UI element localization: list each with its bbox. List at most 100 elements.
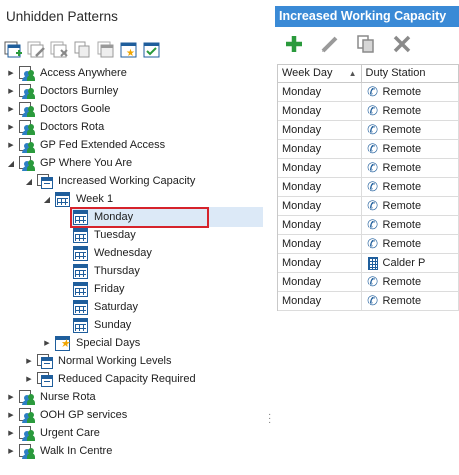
expand-arrow-icon[interactable]: ▶ bbox=[6, 118, 16, 136]
column-header-week-day[interactable]: Week Day ▲ bbox=[278, 65, 362, 82]
expand-arrow-icon[interactable]: ▶ bbox=[6, 136, 16, 154]
week-day-cell: Monday bbox=[278, 83, 362, 101]
tree-item[interactable]: ▶ Doctors Rota bbox=[6, 118, 106, 136]
tree-item[interactable]: Wednesday bbox=[60, 244, 154, 262]
table-row[interactable]: Monday ✆ Remote bbox=[278, 140, 459, 159]
tree-item-label: GP Where You Are bbox=[40, 157, 133, 169]
tree-item-label: Doctors Goole bbox=[40, 103, 111, 115]
tree-item-label: OOH GP services bbox=[40, 409, 128, 421]
table-row[interactable]: Monday ✆ Remote bbox=[278, 292, 459, 311]
edit-pattern-icon[interactable] bbox=[27, 40, 46, 59]
delete-icon[interactable] bbox=[391, 33, 413, 55]
grid-header: Week Day ▲ Duty Station bbox=[278, 65, 459, 83]
expand-arrow-icon[interactable]: ▶ bbox=[6, 424, 16, 442]
copy-pattern-icon[interactable] bbox=[73, 40, 92, 59]
tree-item[interactable]: ▶ Normal Working Levels bbox=[24, 352, 174, 370]
tree-item-label: Wednesday bbox=[94, 247, 152, 259]
patterns-toolbar: ★ bbox=[4, 38, 161, 60]
expand-arrow-icon[interactable]: ▶ bbox=[6, 442, 16, 460]
expand-arrow-icon[interactable]: ▶ bbox=[24, 352, 34, 370]
collapse-arrow-icon[interactable]: ◢ bbox=[42, 190, 52, 208]
column-header-duty-station[interactable]: Duty Station bbox=[362, 65, 459, 82]
expand-arrow-icon[interactable]: ▶ bbox=[6, 406, 16, 424]
tree-item[interactable]: Tuesday bbox=[60, 226, 138, 244]
table-row[interactable]: Monday Calder P bbox=[278, 254, 459, 273]
add-pattern-icon[interactable] bbox=[4, 40, 23, 59]
tree-item[interactable]: ▶ Doctors Goole bbox=[6, 100, 112, 118]
phone-icon: ✆ bbox=[367, 122, 378, 137]
calendar-icon bbox=[72, 281, 89, 297]
table-row[interactable]: Monday ✆ Remote bbox=[278, 102, 459, 121]
week-day-cell: Monday bbox=[278, 121, 362, 139]
expand-arrow-icon[interactable]: ▶ bbox=[24, 370, 34, 388]
collapse-arrow-icon[interactable]: ◢ bbox=[6, 154, 16, 172]
svg-text:★: ★ bbox=[126, 48, 135, 59]
tree-item-label: Tuesday bbox=[94, 229, 136, 241]
tree-item[interactable]: ◢ GP Where You Are bbox=[6, 154, 134, 172]
week-day-cell: Monday bbox=[278, 178, 362, 196]
expand-arrow-icon[interactable]: ▶ bbox=[6, 82, 16, 100]
week-day-cell: Monday bbox=[278, 140, 362, 158]
panel-splitter[interactable]: · · · bbox=[265, 0, 275, 475]
table-row[interactable]: Monday ✆ Remote bbox=[278, 83, 459, 102]
tree-item[interactable]: Thursday bbox=[60, 262, 142, 280]
tree-item[interactable]: ▶ Reduced Capacity Required bbox=[24, 370, 198, 388]
expand-arrow-icon[interactable]: ▶ bbox=[6, 388, 16, 406]
column-header-label: Duty Station bbox=[365, 67, 426, 79]
tree-item[interactable]: ▶ Urgent Care bbox=[6, 424, 102, 442]
copy-icon[interactable] bbox=[355, 33, 377, 55]
delete-pattern-icon[interactable] bbox=[50, 40, 69, 59]
phone-icon: ✆ bbox=[367, 236, 378, 251]
table-row[interactable]: Monday ✆ Remote bbox=[278, 121, 459, 140]
week-day-cell: Monday bbox=[278, 273, 362, 291]
duty-station-label: Remote bbox=[382, 276, 422, 288]
add-icon[interactable] bbox=[283, 33, 305, 55]
people-icon bbox=[18, 407, 35, 423]
tree-item-label: Normal Working Levels bbox=[58, 355, 172, 367]
tree-item[interactable]: ▶ Walk In Centre bbox=[6, 442, 114, 460]
tree-item[interactable]: Saturday bbox=[60, 298, 140, 316]
table-row[interactable]: Monday ✆ Remote bbox=[278, 178, 459, 197]
tree-item-label: GP Fed Extended Access bbox=[40, 139, 166, 151]
duty-station-cell: ✆ Remote bbox=[362, 121, 459, 139]
table-row[interactable]: Monday ✆ Remote bbox=[278, 159, 459, 178]
tree-item-label: Sunday bbox=[94, 319, 132, 331]
tree-item[interactable]: Friday bbox=[60, 280, 127, 298]
hide-pattern-icon[interactable] bbox=[96, 40, 115, 59]
tree-item[interactable]: ▶ Doctors Burnley bbox=[6, 82, 120, 100]
duty-station-label: Remote bbox=[382, 295, 422, 307]
table-row[interactable]: Monday ✆ Remote bbox=[278, 216, 459, 235]
edit-icon[interactable] bbox=[319, 33, 341, 55]
table-row[interactable]: Monday ✆ Remote bbox=[278, 197, 459, 216]
table-row[interactable]: Monday ✆ Remote bbox=[278, 235, 459, 254]
tree-item[interactable]: Sunday bbox=[60, 316, 133, 334]
tree-item[interactable]: ▶ OOH GP services bbox=[6, 406, 129, 424]
tree-item[interactable]: ▶ Access Anywhere bbox=[6, 64, 129, 82]
expand-arrow-icon[interactable]: ▶ bbox=[6, 64, 16, 82]
sort-ascending-icon: ▲ bbox=[348, 69, 357, 78]
people-icon bbox=[18, 155, 35, 171]
splitter-grip-icon[interactable]: · · · bbox=[268, 410, 271, 428]
tree-item-label: Doctors Rota bbox=[40, 121, 105, 133]
expand-arrow-icon[interactable]: ▶ bbox=[6, 100, 16, 118]
tree-item[interactable]: ▶ ★ Special Days bbox=[42, 334, 142, 352]
tree-item[interactable]: ◢ Week 1 bbox=[42, 190, 115, 208]
tree-item[interactable]: ◢ Increased Working Capacity bbox=[24, 172, 197, 190]
tree-item[interactable]: ▶ GP Fed Extended Access bbox=[6, 136, 167, 154]
expand-arrow-icon[interactable]: ▶ bbox=[42, 334, 52, 352]
duty-station-cell: ✆ Remote bbox=[362, 197, 459, 215]
table-row[interactable]: Monday ✆ Remote bbox=[278, 273, 459, 292]
pattern-icon bbox=[36, 353, 53, 369]
week-day-cell: Monday bbox=[278, 102, 362, 120]
duty-station-cell: ✆ Remote bbox=[362, 273, 459, 291]
collapse-arrow-icon[interactable]: ◢ bbox=[24, 172, 34, 190]
special-days-icon[interactable]: ★ bbox=[119, 40, 138, 59]
calendar-check-icon[interactable] bbox=[142, 40, 161, 59]
tree-item[interactable]: ▶ Nurse Rota bbox=[6, 388, 98, 406]
tree-item-label: Doctors Burnley bbox=[40, 85, 119, 97]
people-icon bbox=[18, 389, 35, 405]
tree-item-label: Walk In Centre bbox=[40, 445, 113, 457]
people-icon bbox=[18, 119, 35, 135]
